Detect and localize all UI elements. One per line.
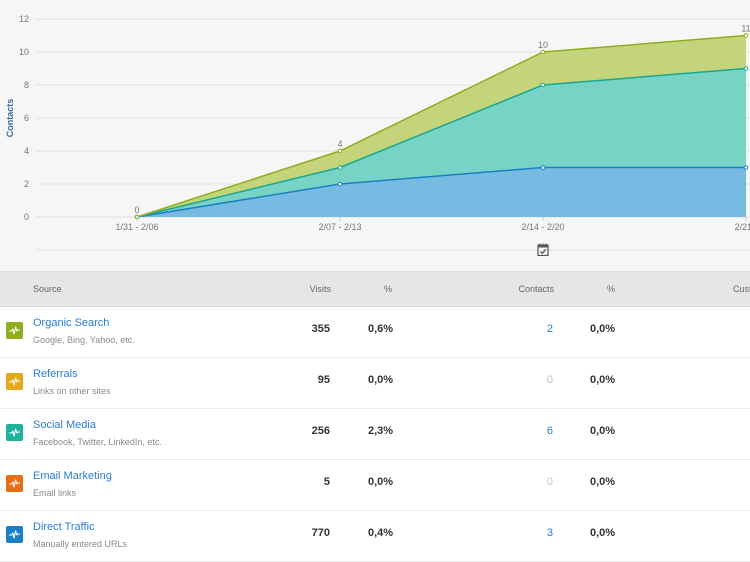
visits-value: 770 — [311, 527, 330, 539]
source-description: Google, Bing, Yahoo, etc. — [33, 335, 135, 345]
y-tick-label: 12 — [19, 14, 29, 24]
x-tick-label: 1/31 - 2/06 — [115, 222, 158, 232]
total-data-label: 0 — [134, 205, 139, 215]
total-data-label: 4 — [337, 139, 342, 149]
header-contacts-pct[interactable]: % — [607, 284, 615, 294]
visits-percent: 0,0% — [368, 476, 394, 488]
activity-pulse-icon — [6, 424, 23, 441]
y-axis-label: Contacts — [5, 99, 15, 138]
table-row: Referrals Links on other sites 95 0,0% 0 0,0% — [0, 358, 750, 409]
source-description: Facebook, Twitter, LinkedIn, etc. — [33, 437, 162, 447]
visits-percent: 2,3% — [368, 425, 394, 437]
contacts-percent: 0,0% — [590, 323, 616, 335]
y-tick-label: 10 — [19, 47, 29, 57]
y-tick-label: 4 — [24, 146, 29, 156]
chart-svg: 0 2 4 6 8 10 12 Contacts 1/31 - 2/06 2/07 - 2/13 2… — [5, 14, 750, 251]
x-tick-label: 2/07 - 2/13 — [318, 222, 361, 232]
visits-value: 355 — [311, 323, 330, 335]
visits-percent: 0,0% — [368, 374, 394, 386]
data-point[interactable] — [743, 66, 749, 71]
data-point[interactable] — [540, 49, 546, 55]
contacts-value: 0 — [546, 476, 553, 488]
table-row: Organic Search Google, Bing, Yahoo, etc. 3… — [0, 307, 750, 358]
y-tick-label: 8 — [24, 80, 29, 90]
table-row: Direct Traffic Manually entered URLs 770 0,… — [0, 511, 750, 562]
data-point[interactable] — [337, 165, 343, 170]
data-point[interactable] — [540, 82, 546, 88]
x-tick-label: 2/21 - — [734, 222, 750, 232]
data-point[interactable] — [337, 148, 343, 154]
activity-pulse-icon — [6, 322, 23, 339]
activity-pulse-icon — [6, 526, 23, 543]
contacts-value: 0 — [546, 374, 553, 386]
contacts-percent: 0,0% — [590, 527, 616, 539]
y-tick-label: 2 — [24, 179, 29, 189]
x-tick-label: 2/14 - 2/20 — [521, 222, 564, 232]
header-contacts[interactable]: Contacts — [518, 284, 554, 294]
header-visits-pct[interactable]: % — [384, 284, 392, 294]
contacts-percent: 0,0% — [590, 476, 616, 488]
source-description: Email links — [33, 488, 77, 498]
source-description: Links on other sites — [33, 386, 111, 396]
source-name-link[interactable]: Social Media — [33, 419, 96, 431]
data-point[interactable] — [540, 165, 546, 170]
source-description: Manually entered URLs — [33, 539, 128, 549]
total-data-label: 10 — [538, 40, 548, 50]
visits-percent: 0,6% — [368, 323, 394, 335]
source-name-link[interactable]: Referrals — [33, 368, 78, 380]
contacts-value[interactable]: 6 — [547, 425, 553, 437]
contacts-value[interactable]: 3 — [547, 527, 553, 539]
contacts-percent: 0,0% — [590, 374, 616, 386]
header-source[interactable]: Source — [33, 284, 62, 294]
source-name-link[interactable]: Organic Search — [33, 317, 109, 329]
contacts-chart: 0 2 4 6 8 10 12 Contacts 1/31 - 2/06 2/07 - 2/13 2… — [0, 0, 750, 266]
table-row: Email Marketing Email links 5 0,0% 0 0,0% — [0, 460, 750, 511]
source-name-link[interactable]: Direct Traffic — [33, 521, 95, 533]
source-name-link[interactable]: Email Marketing — [33, 470, 112, 482]
data-point[interactable] — [743, 165, 749, 170]
table-header: Source Visits % Contacts % Cust — [0, 271, 750, 307]
visits-value: 95 — [317, 374, 330, 386]
contacts-percent: 0,0% — [590, 425, 616, 437]
y-tick-label: 0 — [24, 212, 29, 222]
visits-value: 5 — [323, 476, 330, 488]
activity-pulse-icon — [6, 373, 23, 390]
header-visits[interactable]: Visits — [310, 284, 331, 294]
sources-table: Source Visits % Contacts % Cust Organic … — [0, 271, 750, 562]
contacts-value[interactable]: 2 — [547, 323, 553, 335]
header-customers[interactable]: Cust — [733, 284, 750, 294]
table-row: Social Media Facebook, Twitter, LinkedIn,… — [0, 409, 750, 460]
data-point[interactable] — [743, 33, 749, 38]
visits-value: 256 — [311, 425, 330, 437]
total-data-label: 11 — [741, 24, 750, 34]
y-tick-label: 6 — [24, 113, 29, 123]
data-point[interactable] — [337, 181, 343, 187]
visits-percent: 0,4% — [368, 527, 394, 539]
calendar-check-icon[interactable] — [537, 243, 549, 257]
activity-pulse-icon — [6, 475, 23, 492]
